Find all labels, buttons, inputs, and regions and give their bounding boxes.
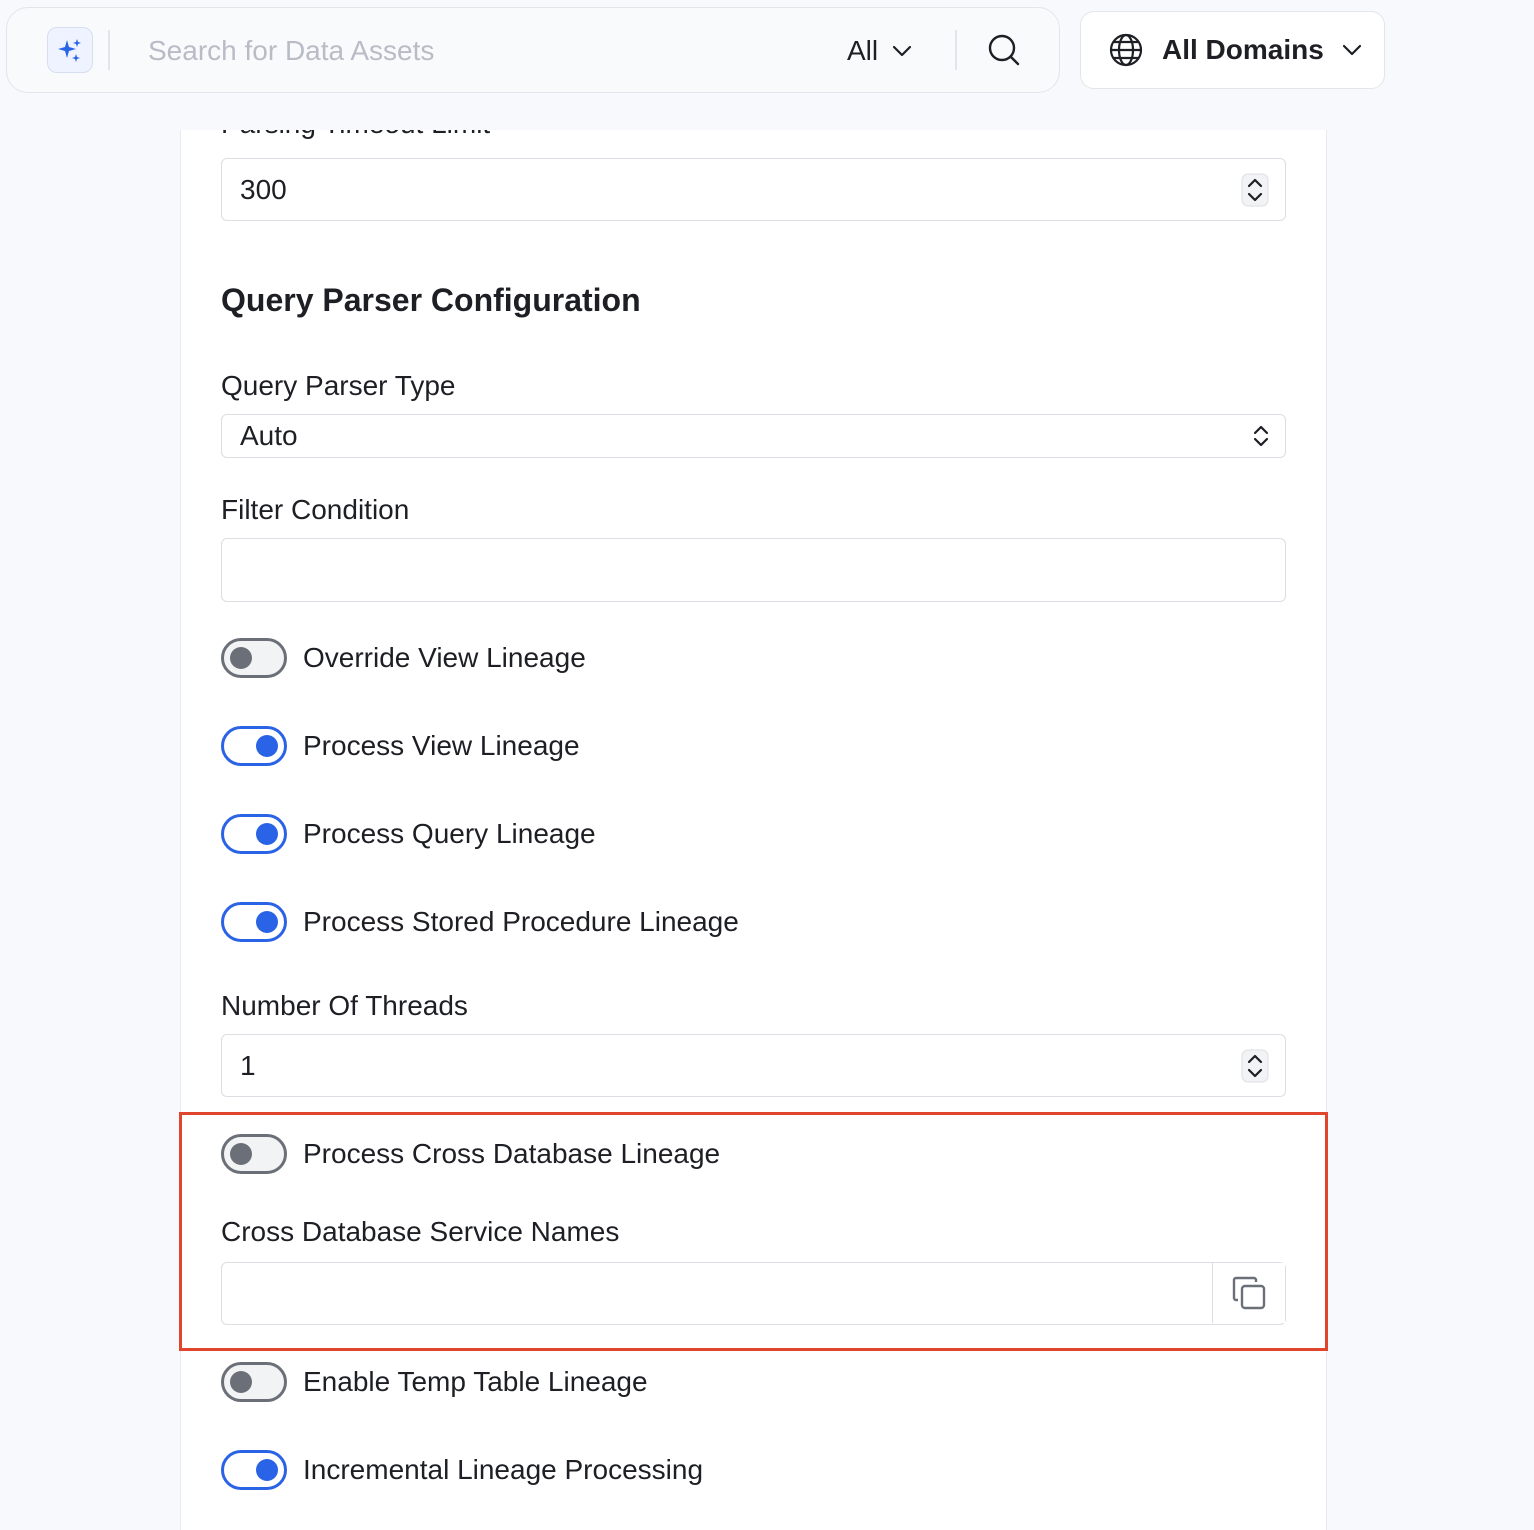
process-cross-database-lineage-toggle[interactable] [221,1134,287,1174]
chevron-down-icon [893,45,912,57]
cross-database-service-names-input[interactable] [222,1263,1212,1323]
incremental-lineage-processing-toggle[interactable] [221,1450,287,1490]
toggle-knob [230,1143,252,1165]
incremental-lineage-processing-label: Incremental Lineage Processing [303,1454,704,1485]
cross-database-service-names-label: Cross Database Service Names [221,1216,620,1247]
enable-temp-table-lineage-toggle[interactable] [221,1362,287,1402]
process-cross-database-lineage-label: Process Cross Database Lineage [303,1138,721,1169]
parsing-timeout-value: 300 [240,173,287,205]
process-stored-procedure-lineage-label: Process Stored Procedure Lineage [303,906,739,937]
process-query-lineage-label: Process Query Lineage [303,818,596,849]
override-view-lineage-toggle[interactable] [221,638,287,678]
copy-button[interactable] [1212,1263,1285,1323]
toggle-row-process-stored-procedure-lineage: Process Stored Procedure Lineage [221,901,739,943]
search-input[interactable] [148,30,788,72]
sparkle-icon [58,39,81,62]
toggle-knob [256,1459,278,1481]
globe-icon [1109,33,1143,67]
toggle-row-cross-database-lineage: Process Cross Database Lineage [221,1133,720,1175]
divider [955,30,957,70]
divider [108,30,110,70]
number-stepper-icon[interactable] [1241,173,1269,207]
toggle-knob [230,647,252,669]
select-arrows-icon [1253,425,1269,447]
query-parser-type-label: Query Parser Type [221,370,456,401]
threads-label: Number Of Threads [221,990,468,1021]
copy-icon [1232,1276,1266,1310]
process-view-lineage-label: Process View Lineage [303,730,580,761]
toggle-row-process-view-lineage: Process View Lineage [221,725,580,767]
cross-database-service-names-field [221,1262,1286,1325]
process-stored-procedure-lineage-toggle[interactable] [221,902,287,942]
parsing-timeout-label: Parsing Timeout Limit [221,130,490,140]
global-search-bar: All [6,7,1060,93]
override-view-lineage-label: Override View Lineage [303,642,586,673]
toggle-row-override-view-lineage: Override View Lineage [221,637,586,679]
search-icon[interactable] [987,33,1021,67]
ingestion-config-panel: Parsing Timeout Limit 300 Query Parser C… [180,130,1327,1530]
parsing-timeout-input[interactable]: 300 [221,158,1286,221]
toggle-row-temp-table-lineage: Enable Temp Table Lineage [221,1361,648,1403]
ai-assistant-button[interactable] [47,27,93,73]
query-parser-type-value: Auto [240,420,298,451]
toggle-knob [256,735,278,757]
process-view-lineage-toggle[interactable] [221,726,287,766]
toggle-knob [256,823,278,845]
toggle-knob [256,911,278,933]
domains-label: All Domains [1162,34,1324,65]
section-title: Query Parser Configuration [221,282,641,318]
filter-condition-label: Filter Condition [221,494,410,525]
number-stepper-icon[interactable] [1241,1049,1269,1083]
query-parser-type-select[interactable]: Auto [221,414,1286,458]
search-scope-dropdown[interactable]: All [847,32,912,70]
filter-condition-input[interactable] [221,538,1286,602]
domains-dropdown[interactable]: All Domains [1080,11,1385,89]
toggle-row-incremental-lineage: Incremental Lineage Processing [221,1449,703,1491]
chevron-down-icon [1342,44,1361,56]
threads-input[interactable]: 1 [221,1034,1286,1097]
threads-value: 1 [240,1049,256,1081]
toggle-row-process-query-lineage: Process Query Lineage [221,813,596,855]
search-scope-label: All [847,35,879,66]
toggle-knob [230,1371,252,1393]
process-query-lineage-toggle[interactable] [221,814,287,854]
enable-temp-table-lineage-label: Enable Temp Table Lineage [303,1366,648,1397]
